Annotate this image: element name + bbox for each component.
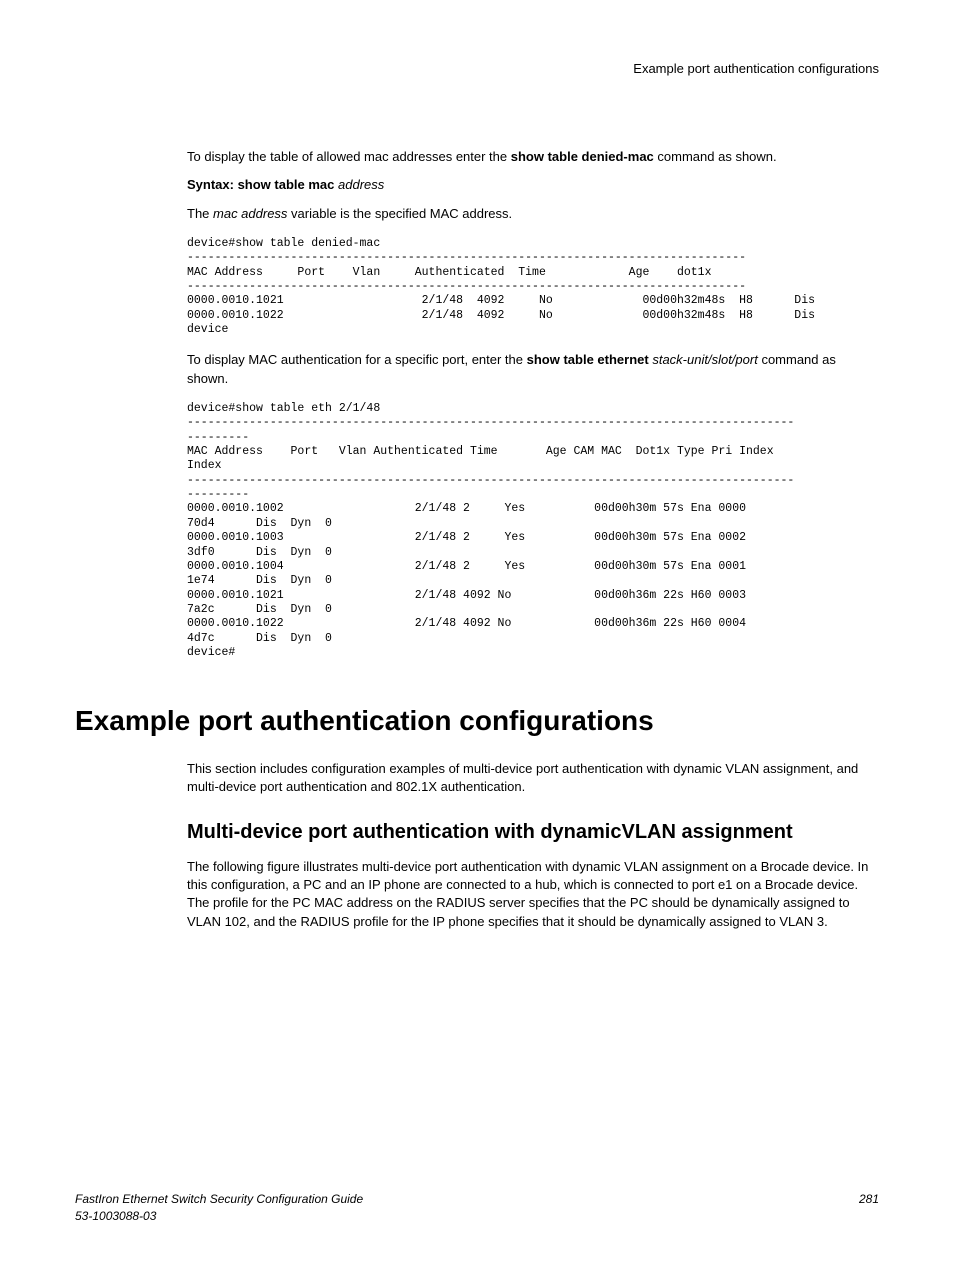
page-footer: FastIron Ethernet Switch Security Config… xyxy=(75,1191,879,1225)
footer-doc-title: FastIron Ethernet Switch Security Config… xyxy=(75,1191,363,1208)
footer-page-number: 281 xyxy=(859,1191,879,1225)
mid-paragraph: To display MAC authentication for a spec… xyxy=(187,351,879,387)
code-block-denied-mac: device#show table denied-mac -----------… xyxy=(187,237,879,338)
command-bold: show table denied-mac xyxy=(511,149,654,164)
text: variable is the specified MAC address. xyxy=(287,206,512,221)
section-heading-h2: Multi-device port authentication with dy… xyxy=(187,818,879,846)
command-arg-italic: stack-unit/slot/port xyxy=(652,352,758,367)
footer-doc-number: 53-1003088-03 xyxy=(75,1208,363,1225)
text: The xyxy=(187,206,213,221)
intro-paragraph-1: To display the table of allowed mac addr… xyxy=(187,148,879,166)
syntax-line: Syntax: show table mac address xyxy=(187,176,879,194)
code-block-eth-table: device#show table eth 2/1/48 -----------… xyxy=(187,402,879,661)
intro-paragraph-2: The mac address variable is the specifie… xyxy=(187,205,879,223)
text: command as shown. xyxy=(654,149,777,164)
mac-address-italic: mac address xyxy=(213,206,287,221)
command-bold: show table ethernet xyxy=(527,352,653,367)
text: To display MAC authentication for a spec… xyxy=(187,352,527,367)
page-header-title: Example port authentication configuratio… xyxy=(75,60,879,78)
section-heading-h1: Example port authentication configuratio… xyxy=(75,701,879,740)
syntax-label: Syntax: show table mac xyxy=(187,177,338,192)
section-paragraph-2: The following figure illustrates multi-d… xyxy=(187,858,879,931)
footer-left: FastIron Ethernet Switch Security Config… xyxy=(75,1191,363,1225)
syntax-arg: address xyxy=(338,177,384,192)
section-paragraph-1: This section includes configuration exam… xyxy=(187,760,879,796)
text: To display the table of allowed mac addr… xyxy=(187,149,511,164)
